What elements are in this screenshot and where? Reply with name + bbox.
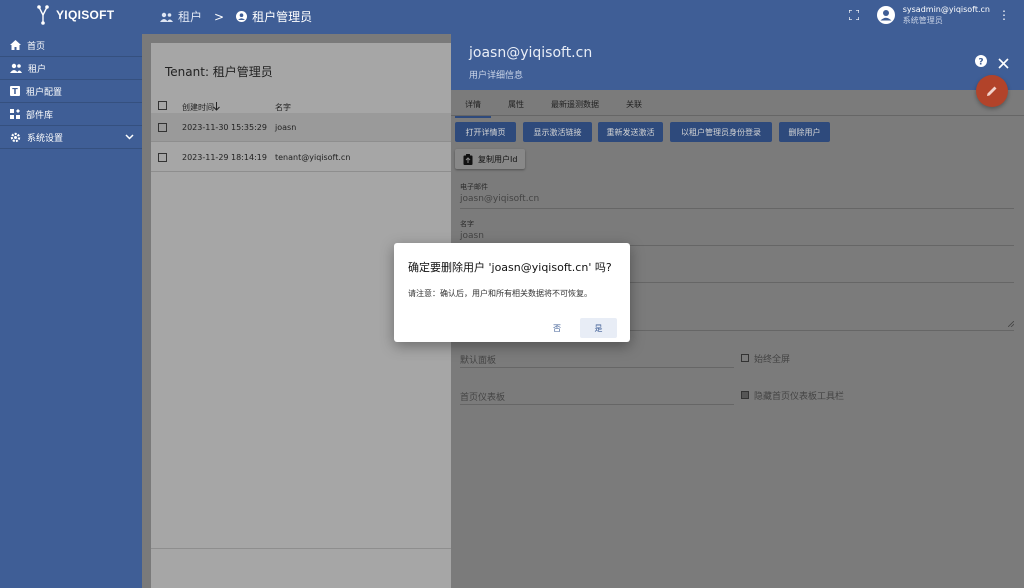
- top-right-actions: sysadmin@yiqisoft.cn 系统管理员 ⋮: [848, 4, 1010, 26]
- resend-activation-button[interactable]: 重新发送激活: [598, 122, 663, 142]
- home-dashboard-field[interactable]: 首页仪表板: [460, 390, 505, 403]
- name-field-label: 名字: [460, 220, 474, 228]
- breadcrumb-parent-label: 租户: [178, 10, 203, 24]
- email-field-label: 电子邮件: [460, 183, 488, 191]
- row-checkbox[interactable]: [158, 153, 167, 162]
- user-email: sysadmin@yiqisoft.cn: [902, 5, 990, 14]
- user-role: 系统管理员: [902, 16, 943, 25]
- dialog-message: 请注意：确认后，用户和所有相关数据将不可恢复。: [408, 289, 592, 298]
- detail-tabs: 详情 属性 最新遥测数据 关联: [451, 90, 1024, 118]
- top-app-bar: YIQISOFT 租户 > 租户管理员 sysadmin@yiqisoft.cn…: [0, 0, 1024, 34]
- confirm-delete-dialog: 确定要删除用户 'joasn@yiqisoft.cn' 吗? 请注意：确认后，用…: [394, 243, 630, 342]
- sidebar-item-label: 首页: [27, 41, 46, 52]
- copy-user-id-label: 复制用户Id: [478, 154, 518, 164]
- help-icon[interactable]: ?: [975, 55, 987, 67]
- column-header-created[interactable]: 创建时间: [182, 102, 214, 113]
- sidebar: 首页 租户 T 租户配置 部件库 系统设置: [0, 34, 142, 588]
- sidebar-item-home[interactable]: 首页: [0, 34, 142, 57]
- tenant-profile-icon: T: [10, 86, 20, 96]
- tab-latest-telemetry[interactable]: 最新遥测数据: [551, 99, 599, 110]
- breadcrumb: 租户 > 租户管理员: [160, 8, 312, 25]
- table-row[interactable]: 2023-11-30 15:35:29 joasn: [151, 113, 451, 142]
- dialog-no-button[interactable]: 否: [540, 318, 574, 338]
- email-field[interactable]: joasn@yiqisoft.cn: [460, 194, 539, 204]
- name-field[interactable]: joasn: [460, 231, 484, 241]
- breadcrumb-tenants[interactable]: 租户: [160, 8, 202, 25]
- tenants-icon: [160, 12, 173, 22]
- sidebar-item-tenants[interactable]: 租户: [0, 57, 142, 80]
- sidebar-item-label: 部件库: [26, 110, 54, 121]
- open-details-button[interactable]: 打开详情页: [455, 122, 516, 142]
- svg-text:?: ?: [978, 57, 983, 67]
- table-row[interactable]: 2023-11-29 18:14:19 tenant@yiqisoft.cn: [151, 143, 451, 172]
- row-created: 2023-11-30 15:35:29: [182, 123, 267, 132]
- widgets-icon: [10, 109, 20, 119]
- login-as-tenant-admin-button[interactable]: 以租户管理员身份登录: [670, 122, 772, 142]
- row-created: 2023-11-29 18:14:19: [182, 153, 267, 162]
- hide-toolbar-label: 隐藏首页仪表板工具栏: [754, 392, 845, 402]
- always-fullscreen-checkbox[interactable]: [741, 354, 749, 362]
- table-title: Tenant: 租户管理员: [165, 65, 273, 79]
- table-footer: [151, 548, 451, 588]
- gear-icon: [10, 132, 21, 142]
- tab-relations[interactable]: 关联: [626, 99, 642, 110]
- home-dashboard-underline: [460, 404, 734, 405]
- column-header-name[interactable]: 名字: [275, 102, 291, 113]
- row-name: joasn: [275, 123, 297, 132]
- default-dashboard-field[interactable]: 默认面板: [460, 353, 496, 366]
- email-field-underline: [460, 208, 1014, 209]
- svg-text:T: T: [12, 87, 18, 96]
- fullscreen-icon[interactable]: [848, 10, 859, 20]
- user-info: sysadmin@yiqisoft.cn 系统管理员: [903, 4, 990, 26]
- dialog-yes-button[interactable]: 是: [580, 318, 617, 338]
- logo[interactable]: YIQISOFT: [36, 4, 114, 26]
- sidebar-item-label: 租户配置: [26, 87, 63, 98]
- close-icon[interactable]: [998, 58, 1009, 69]
- home-icon: [10, 40, 21, 50]
- avatar[interactable]: [876, 6, 895, 24]
- default-dashboard-underline: [460, 367, 734, 368]
- breadcrumb-current: 租户管理员: [236, 8, 312, 25]
- panel-header: joasn@yiqisoft.cn 用户详细信息 ?: [451, 34, 1024, 90]
- tab-details[interactable]: 详情: [455, 99, 491, 118]
- dialog-title: 确定要删除用户 'joasn@yiqisoft.cn' 吗?: [408, 261, 612, 274]
- clipboard-icon: [463, 153, 473, 165]
- copy-user-id-button[interactable]: 复制用户Id: [455, 149, 526, 169]
- breadcrumb-separator: >: [214, 9, 225, 24]
- account-circle-icon: [236, 11, 248, 22]
- row-name: tenant@yiqisoft.cn: [275, 153, 351, 162]
- row-checkbox[interactable]: [158, 123, 167, 132]
- logo-icon: [37, 5, 49, 25]
- chevron-down-icon[interactable]: [125, 134, 134, 140]
- arrow-down-icon[interactable]: [213, 102, 220, 111]
- hide-toolbar-checkbox[interactable]: [741, 391, 749, 399]
- show-activation-link-button[interactable]: 显示激活链接: [523, 122, 592, 142]
- breadcrumb-current-label: 租户管理员: [252, 10, 313, 24]
- sidebar-item-label: 系统设置: [27, 133, 64, 144]
- panel-subtitle: 用户详细信息: [469, 71, 524, 81]
- panel-title: joasn@yiqisoft.cn: [469, 45, 593, 61]
- tab-attributes[interactable]: 属性: [508, 99, 524, 110]
- sidebar-item-label: 租户: [28, 64, 47, 75]
- delete-user-button[interactable]: 删除用户: [779, 122, 830, 142]
- brand-name: YIQISOFT: [56, 8, 115, 22]
- select-all-checkbox[interactable]: [158, 101, 167, 110]
- tenants-icon: [10, 63, 22, 73]
- sidebar-item-system-settings[interactable]: 系统设置: [0, 126, 142, 149]
- sidebar-item-tenant-profiles[interactable]: T 租户配置: [0, 80, 142, 103]
- resize-handle-icon[interactable]: [1008, 321, 1014, 327]
- sidebar-item-widgets[interactable]: 部件库: [0, 103, 142, 126]
- always-fullscreen-label: 始终全屏: [754, 355, 791, 365]
- more-vert-icon[interactable]: ⋮: [998, 8, 1010, 22]
